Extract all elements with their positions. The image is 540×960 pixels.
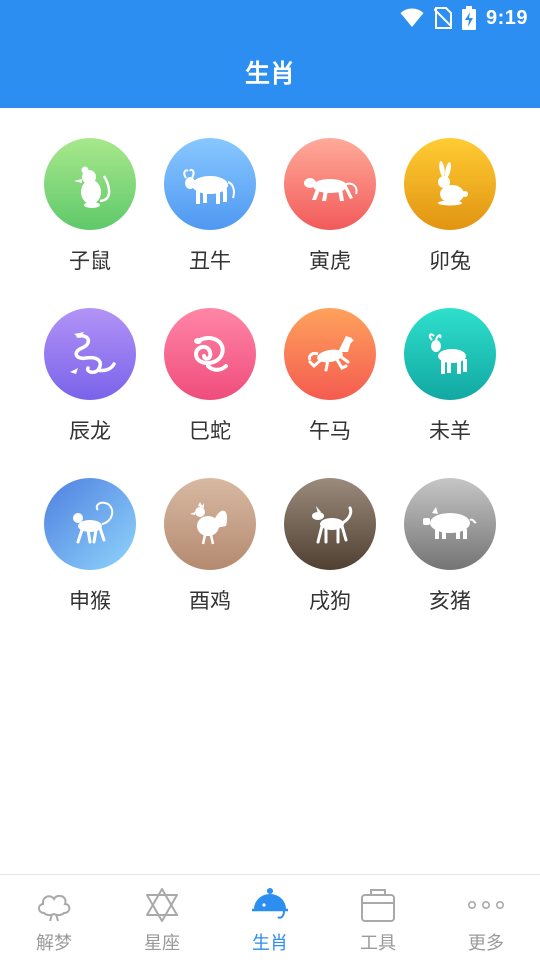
rat-icon: [74, 166, 111, 208]
zodiac-label: 酉鸡: [189, 589, 231, 613]
tab-label: 更多: [468, 933, 504, 954]
zodiac-item-rat[interactable]: 子鼠: [30, 138, 150, 274]
zodiac-item-rabbit[interactable]: 卯兔: [390, 138, 510, 274]
snake-icon: [193, 335, 228, 372]
zodiac-item-monkey[interactable]: 申猴: [30, 478, 150, 614]
zodiac-label: 子鼠: [69, 249, 111, 273]
app-bar: 生肖: [0, 36, 540, 108]
zodiac-circle: [44, 138, 136, 230]
zodiac-circle: [284, 138, 376, 230]
cloud-icon: [38, 894, 71, 922]
zodiac-item-tiger[interactable]: 寅虎: [270, 138, 390, 274]
rabbit-icon: [438, 161, 468, 206]
zodiac-circle: [404, 138, 496, 230]
status-bar: 9:19: [0, 0, 540, 36]
page-title: 生肖: [244, 59, 295, 88]
more-dots-icon: [467, 900, 504, 909]
rooster-icon: [190, 502, 228, 545]
star-of-david-icon: [146, 888, 178, 922]
zodiac-label: 寅虎: [309, 249, 351, 273]
zodiac-item-dragon[interactable]: 辰龙: [30, 308, 150, 444]
zodiac-circle: [404, 478, 496, 570]
tab-label: 星座: [144, 933, 180, 954]
pig-icon: [423, 507, 477, 539]
tab-label: 生肖: [252, 933, 288, 954]
zodiac-circle: [44, 478, 136, 570]
zodiac-label: 申猴: [69, 589, 111, 613]
goat-icon: [428, 333, 467, 374]
no-sim-icon: [433, 7, 452, 29]
bottom-navigation: 解梦 星座 生肖 工具 更多: [0, 874, 540, 960]
zodiac-item-pig[interactable]: 亥猪: [390, 478, 510, 614]
ox-icon: [183, 168, 235, 204]
monkey-icon: [73, 501, 114, 544]
zodiac-item-goat[interactable]: 未羊: [390, 308, 510, 444]
zodiac-grid: 子鼠 丑牛 寅虎 卯兔 辰龙 巳蛇 午马 未羊 申猴 酉鸡 戌狗 亥猪: [30, 138, 510, 614]
zodiac-dish-icon: [252, 888, 288, 919]
zodiac-label: 辰龙: [69, 419, 111, 443]
zodiac-item-horse[interactable]: 午马: [270, 308, 390, 444]
tab-constellation[interactable]: 星座: [108, 875, 216, 960]
horse-icon: [308, 336, 354, 372]
tab-label: 工具: [360, 933, 396, 954]
zodiac-item-rooster[interactable]: 酉鸡: [150, 478, 270, 614]
tab-tools[interactable]: 工具: [324, 875, 432, 960]
zodiac-label: 未羊: [429, 419, 471, 443]
dragon-icon: [70, 332, 116, 374]
zodiac-item-dog[interactable]: 戌狗: [270, 478, 390, 614]
zodiac-circle: [44, 308, 136, 400]
status-icons: 9:19: [400, 5, 528, 31]
zodiac-circle: [164, 308, 256, 400]
zodiac-label: 卯兔: [429, 249, 471, 273]
tab-zodiac[interactable]: 生肖: [216, 875, 324, 960]
zodiac-circle: [284, 308, 376, 400]
zodiac-label: 亥猪: [429, 589, 471, 613]
zodiac-circle: [164, 478, 256, 570]
zodiac-circle: [164, 138, 256, 230]
dog-icon: [312, 506, 353, 544]
tab-more[interactable]: 更多: [432, 875, 540, 960]
toolbox-icon: [361, 889, 395, 922]
zodiac-circle: [404, 308, 496, 400]
tiger-icon: [304, 178, 358, 201]
zodiac-item-ox[interactable]: 丑牛: [150, 138, 270, 274]
wifi-icon: [400, 8, 424, 27]
tab-dream[interactable]: 解梦: [0, 875, 108, 960]
zodiac-label: 午马: [309, 419, 351, 443]
clock-time: 9:19: [485, 6, 528, 29]
zodiac-item-snake[interactable]: 巳蛇: [150, 308, 270, 444]
zodiac-label: 戌狗: [309, 589, 351, 613]
battery-charging-icon: [461, 6, 476, 30]
zodiac-label: 丑牛: [189, 249, 231, 273]
zodiac-circle: [284, 478, 376, 570]
tab-label: 解梦: [36, 933, 72, 954]
zodiac-label: 巳蛇: [189, 419, 231, 443]
